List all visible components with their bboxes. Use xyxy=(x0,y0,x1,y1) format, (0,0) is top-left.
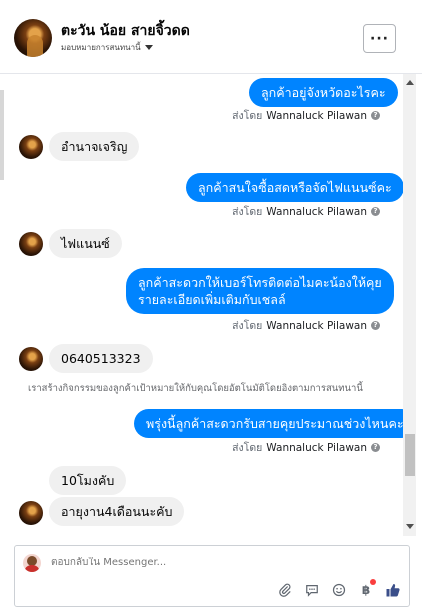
sent-by-label: ส่งโดย Wannaluck Pilawan ? xyxy=(232,107,380,124)
more-options-button[interactable]: ··· xyxy=(363,24,396,53)
message-incoming[interactable]: อายุงาน4เดือนนะคับ xyxy=(49,497,185,526)
left-scrollbar[interactable] xyxy=(0,90,4,180)
like-icon[interactable] xyxy=(385,582,401,598)
message-outgoing[interactable]: ลูกค้าสนใจซื้อสดหรือจัดไฟแนนซ์คะ xyxy=(186,173,403,202)
saved-reply-icon[interactable] xyxy=(304,582,320,598)
contact-avatar-small xyxy=(19,232,43,256)
conversation-header: ตะวัน น้อย สายจิ้วดด มอบหมายการสนทนานี้ … xyxy=(0,0,422,74)
message-line: ลูกค้าสะดวกให้เบอร์โทรติดต่อไมคะน้องให้ค… xyxy=(138,275,382,290)
sent-by-label: ส่งโดย Wannaluck Pilawan ? xyxy=(232,439,380,456)
user-avatar xyxy=(23,554,41,572)
baht-payment-icon[interactable]: ฿ xyxy=(358,579,376,598)
message-outgoing[interactable]: พรุ่งนี้ลูกค้าสะดวกรับสายคุยประมาณช่วงไห… xyxy=(134,409,403,438)
help-icon[interactable]: ? xyxy=(371,443,380,452)
chevron-down-icon xyxy=(144,45,153,50)
automation-note: เราสร้างกิจกรรมของลูกค้าเป้าหมายให้กับคุ… xyxy=(28,383,363,394)
message-incoming[interactable]: ไฟแนนซ์ xyxy=(49,229,122,258)
scroll-up-arrow-icon[interactable] xyxy=(406,80,414,85)
contact-avatar[interactable] xyxy=(14,19,52,57)
sent-by-label: ส่งโดย Wannaluck Pilawan ? xyxy=(232,317,380,334)
message-outgoing[interactable]: ลูกค้าอยู่จังหวัดอะไรคะ xyxy=(249,78,398,107)
contact-avatar-small xyxy=(19,501,43,525)
message-outgoing[interactable]: ลูกค้าสะดวกให้เบอร์โทรติดต่อไมคะน้องให้ค… xyxy=(126,268,394,314)
contact-avatar-small xyxy=(19,135,43,159)
more-icon: ··· xyxy=(370,30,389,47)
assign-conversation-dropdown[interactable]: มอบหมายการสนทนานี้ xyxy=(61,41,153,54)
composer-toolbar: ฿ xyxy=(277,579,401,598)
contact-avatar-small xyxy=(19,347,43,371)
notification-dot xyxy=(370,579,376,585)
message-incoming[interactable]: อำนาจเจริญ xyxy=(49,132,140,161)
message-incoming[interactable]: 10โมงคับ xyxy=(49,466,127,495)
message-incoming[interactable]: 0640513323 xyxy=(49,344,153,373)
attachment-icon[interactable] xyxy=(277,582,293,598)
assign-label: มอบหมายการสนทนานี้ xyxy=(61,43,141,52)
emoji-icon[interactable] xyxy=(331,582,347,598)
reply-composer: ฿ xyxy=(14,545,410,607)
scrollbar-thumb[interactable] xyxy=(405,434,415,476)
message-line: รายละเอียดเพิ่มเติมกับเชลล์ xyxy=(138,292,286,307)
help-icon[interactable]: ? xyxy=(371,321,380,330)
sent-by-label: ส่งโดย Wannaluck Pilawan ? xyxy=(232,203,380,220)
contact-name[interactable]: ตะวัน น้อย สายจิ้วดด xyxy=(61,20,190,42)
scroll-down-arrow-icon[interactable] xyxy=(406,524,414,529)
reply-input[interactable] xyxy=(51,557,351,568)
help-icon[interactable]: ? xyxy=(371,111,380,120)
message-thread[interactable]: ลูกค้าอยู่จังหวัดอะไรคะ ส่งโดย Wannaluck… xyxy=(0,74,403,536)
help-icon[interactable]: ? xyxy=(371,207,380,216)
